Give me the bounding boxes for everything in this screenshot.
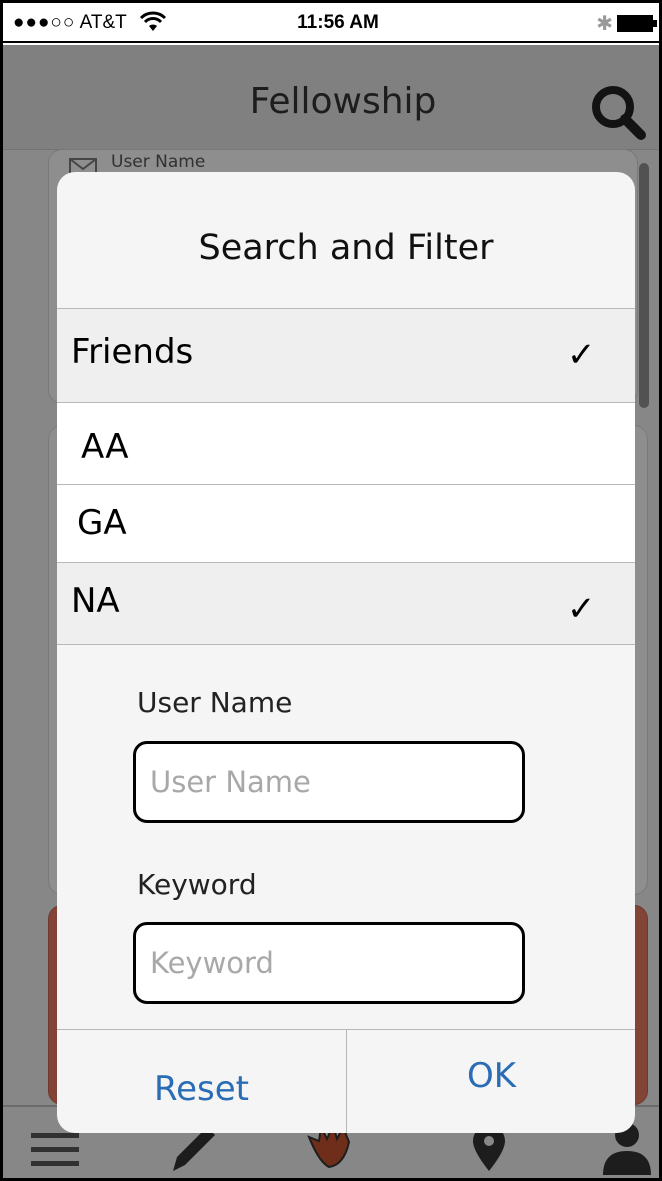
filter-label: Friends [71,332,194,372]
reset-button[interactable]: Reset [57,1030,346,1133]
user-name-input[interactable] [133,741,525,823]
filter-label: NA [71,581,120,621]
dialog-title: Search and Filter [198,228,494,268]
status-bar: ●●●○○ AT&T 11:56 AM ✱ [3,3,659,43]
phone-screen: ●●●○○ AT&T 11:56 AM ✱ Fellowship User Na… [0,0,662,1181]
status-time: 11:56 AM [297,12,379,33]
search-filter-dialog: Search and Filter Friends ✓ AA GA NA ✓ U… [57,172,635,1133]
filter-row-aa[interactable]: AA [57,402,635,484]
keyword-label: Keyword [137,868,257,901]
filter-label: AA [81,427,129,467]
keyword-input[interactable] [133,922,525,1004]
divider [57,644,635,645]
ok-button[interactable]: OK [347,1030,635,1133]
bluetooth-icon: ✱ [596,13,613,35]
checkmark-icon: ✓ [567,335,596,375]
filter-label: GA [77,503,127,543]
user-name-label: User Name [137,686,293,719]
dialog-footer: Reset OK [57,1029,635,1133]
filter-row-na[interactable]: NA ✓ [57,562,635,644]
checkmark-icon: ✓ [567,589,596,629]
battery-icon [617,15,657,32]
filter-row-ga[interactable]: GA [57,484,635,562]
filter-row-friends[interactable]: Friends ✓ [57,308,635,403]
